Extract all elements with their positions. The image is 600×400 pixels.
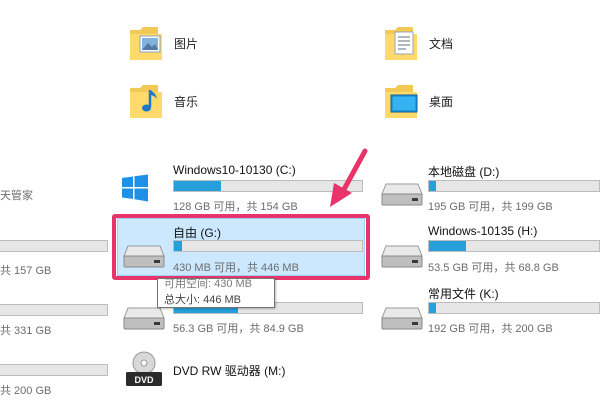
drive-name: 本地磁盘 (D:) <box>428 165 500 179</box>
documents-folder-icon <box>385 27 417 60</box>
svg-text:DVD: DVD <box>134 375 154 385</box>
folder-label: 桌面 <box>429 95 454 109</box>
partial-usage-bar <box>0 364 108 376</box>
partial-usage-bar <box>0 304 108 316</box>
drive-space-info: 195 GB 可用，共 199 GB <box>428 201 553 213</box>
drive-name: Windows-10135 (H:) <box>428 224 538 238</box>
hard-drive-icon <box>381 245 423 268</box>
hard-drive-icon <box>123 307 165 330</box>
folder-label: 音乐 <box>174 95 199 109</box>
partial-drive-label: 天管家 <box>0 190 33 202</box>
drive-tooltip: 可用空间: 430 MB 总大小: 446 MB <box>157 278 275 308</box>
annotation-highlight-box <box>112 214 370 280</box>
drive-usage-bar <box>428 240 600 252</box>
folder-label: 文档 <box>429 37 454 51</box>
folder-label: 图片 <box>174 37 199 51</box>
drive-usage-fill <box>429 181 436 191</box>
music-folder-icon <box>130 85 162 118</box>
drive-name: Windows10-10130 (C:) <box>173 163 296 177</box>
drive-name: 常用文件 (K:) <box>428 287 499 301</box>
drive-usage-fill <box>174 181 221 191</box>
tooltip-free-space: 可用空间: 430 MB <box>164 278 253 290</box>
partial-drive-size: 共 157 GB <box>0 265 52 277</box>
partial-usage-bar <box>0 240 108 252</box>
hard-drive-icon <box>381 307 423 330</box>
partial-drive-size: 共 331 GB <box>0 325 52 337</box>
partial-drive-size: 共 200 GB <box>0 385 52 397</box>
drive-space-info: 192 GB 可用，共 200 GB <box>428 323 553 335</box>
drive-usage-bar <box>428 302 600 314</box>
drive-usage-bar <box>428 180 600 192</box>
desktop-folder-icon <box>385 85 418 118</box>
annotation-arrow-icon <box>330 148 368 207</box>
drive-name: DVD RW 驱动器 (M:) <box>173 364 286 378</box>
drive-space-info: 56.3 GB 可用，共 84.9 GB <box>173 323 304 335</box>
hard-drive-icon <box>381 183 423 206</box>
drive-space-info: 53.5 GB 可用，共 68.8 GB <box>428 262 559 274</box>
drive-usage-fill <box>429 303 436 313</box>
pictures-folder-icon <box>130 27 162 60</box>
tooltip-total-size: 总大小: 446 MB <box>164 294 242 306</box>
dvd-drive-icon: DVD <box>126 351 162 386</box>
drive-usage-fill <box>429 241 467 251</box>
drive-space-info: 128 GB 可用，共 154 GB <box>173 201 298 213</box>
windows-drive-icon <box>122 174 148 202</box>
